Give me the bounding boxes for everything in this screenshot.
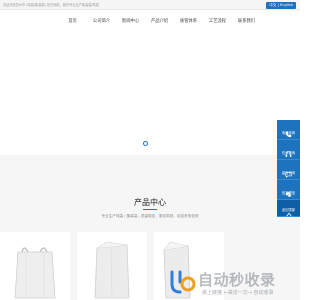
title-underline xyxy=(143,209,157,210)
main-nav: 首页 公司简介 新闻中心 产品介绍 质管体系 工艺流程 联系我们 xyxy=(58,10,261,34)
wechat-button[interactable]: 官方微信 xyxy=(277,180,300,200)
watermark-title: 自动秒收录 xyxy=(198,271,276,289)
nav-item-products[interactable]: 产品介绍 xyxy=(145,10,174,34)
watermark-logo-icon xyxy=(170,270,196,294)
floating-contact-bar: 电话咨询 在线咨询 留言咨询 官方微信 返回顶部 xyxy=(277,120,300,217)
section-title: 产品中心 xyxy=(134,198,166,207)
arrow-up-icon xyxy=(277,200,300,217)
product-card[interactable] xyxy=(77,232,147,300)
nav-item-about[interactable]: 公司简介 xyxy=(87,10,116,34)
section-subtitle: 专业生产吨袋 / 集装袋，质量稳定、服务周到，欢迎来电咨询 xyxy=(101,214,199,218)
hero-banner[interactable] xyxy=(0,34,300,155)
online-consult-button[interactable]: 在线咨询 xyxy=(277,140,300,160)
logo[interactable] xyxy=(6,14,56,30)
nav-item-home[interactable]: 首页 xyxy=(58,10,87,34)
language-switch-button[interactable]: 中文 | English xyxy=(266,1,296,9)
chat-icon xyxy=(277,160,300,179)
nav-item-quality[interactable]: 质管体系 xyxy=(174,10,203,34)
nav-item-contact[interactable]: 联系我们 xyxy=(232,10,261,34)
sidebar-item-label: 电话咨询 xyxy=(281,131,296,135)
welcome-notice: 欢迎光临苏州市 (吨袋/集装袋) 官方网站，我们专业生产集装袋/吨袋 xyxy=(3,3,99,7)
phone-consult-button[interactable]: 电话咨询 xyxy=(277,120,300,140)
sidebar-item-label: 返回顶部 xyxy=(281,208,296,212)
nav-item-news[interactable]: 新闻中心 xyxy=(116,10,145,34)
site-header: 首页 公司简介 新闻中心 产品介绍 质管体系 工艺流程 联系我们 xyxy=(0,10,300,34)
message-consult-button[interactable]: 留言咨询 xyxy=(277,160,300,180)
headset-icon xyxy=(277,140,300,157)
phone-icon xyxy=(277,120,300,138)
product-image xyxy=(14,247,56,299)
sidebar-item-label: 留言咨询 xyxy=(281,171,296,175)
carousel-indicator[interactable] xyxy=(143,141,148,146)
product-card[interactable] xyxy=(0,232,70,300)
nav-item-process[interactable]: 工艺流程 xyxy=(203,10,232,34)
wechat-icon xyxy=(277,180,300,198)
sidebar-item-label: 官方微信 xyxy=(281,191,296,195)
product-image xyxy=(94,241,130,299)
sidebar-item-label: 在线咨询 xyxy=(281,151,296,155)
watermark: 自动秒收录 做上链接 ←来访一次→ 自动收录 xyxy=(168,268,300,300)
back-to-top-button[interactable]: 返回顶部 xyxy=(277,200,300,217)
watermark-subtitle: 做上链接 ←来访一次→ 自动收录 xyxy=(202,290,274,296)
top-bar: 欢迎光临苏州市 (吨袋/集装袋) 官方网站，我们专业生产集装袋/吨袋 中文 | … xyxy=(0,0,300,10)
